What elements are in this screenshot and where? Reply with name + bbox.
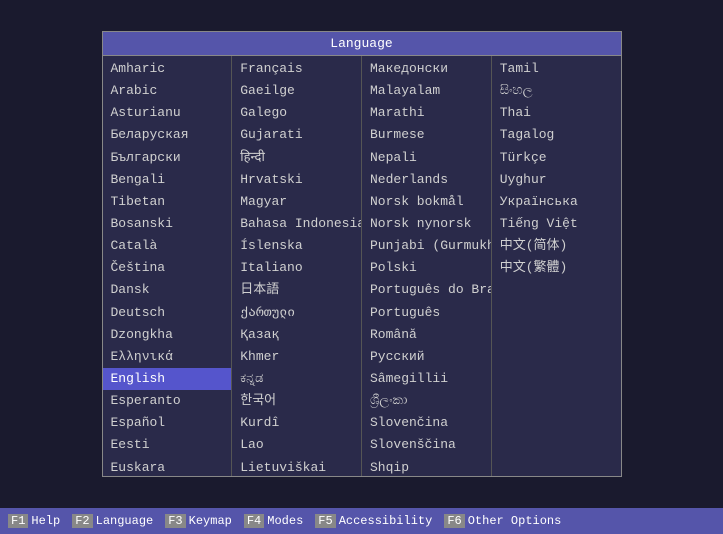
lang-column-2: МакедонскиMalayalamMarathiBurmeseNepaliN…	[362, 56, 492, 476]
lang-item[interactable]: ქართული	[232, 302, 361, 324]
footer-label: Keymap	[189, 514, 232, 528]
footer-key: F6	[444, 514, 464, 528]
footer-label: Help	[31, 514, 60, 528]
lang-item[interactable]: Čeština	[103, 257, 232, 279]
footer-label: Other Options	[468, 514, 562, 528]
lang-item[interactable]: हिन्दी	[232, 147, 361, 169]
lang-item[interactable]: Tibetan	[103, 191, 232, 213]
lang-item[interactable]: Українська	[492, 191, 621, 213]
footer-key: F3	[165, 514, 185, 528]
lang-item[interactable]: Български	[103, 147, 232, 169]
footer-item-f4[interactable]: F4Modes	[244, 514, 303, 528]
lang-column-1: FrançaisGaeilgeGalegoGujaratiहिन्दीHrvat…	[232, 56, 362, 476]
lang-item[interactable]: Eesti	[103, 434, 232, 456]
lang-item[interactable]: Galego	[232, 102, 361, 124]
footer-label: Modes	[267, 514, 303, 528]
lang-item[interactable]: Gaeilge	[232, 80, 361, 102]
lang-item[interactable]: Norsk bokmål	[362, 191, 491, 213]
lang-column-0: AmharicArabicAsturianuБеларускаяБългарск…	[103, 56, 233, 476]
lang-item[interactable]: English	[103, 368, 232, 390]
lang-item[interactable]: Malayalam	[362, 80, 491, 102]
lang-item[interactable]: 中文(简体)	[492, 235, 621, 257]
lang-item[interactable]: Kurdî	[232, 412, 361, 434]
lang-item[interactable]: Marathi	[362, 102, 491, 124]
main-area: Language AmharicArabicAsturianuБеларуска…	[0, 0, 723, 508]
lang-item[interactable]: Amharic	[103, 58, 232, 80]
footer-key: F2	[72, 514, 92, 528]
lang-item[interactable]: Slovenščina	[362, 434, 491, 456]
lang-item[interactable]: Bengali	[103, 169, 232, 191]
lang-item[interactable]: Arabic	[103, 80, 232, 102]
lang-item[interactable]: Türkçe	[492, 147, 621, 169]
lang-item[interactable]: 中文(繁體)	[492, 257, 621, 279]
lang-item[interactable]: Thai	[492, 102, 621, 124]
footer-item-f3[interactable]: F3 Keymap	[165, 514, 232, 528]
lang-item[interactable]: Esperanto	[103, 390, 232, 412]
lang-column-3: TamilසිංහලThaiTagalogTürkçeUyghurУкраїнс…	[492, 56, 621, 476]
lang-item[interactable]: Português	[362, 302, 491, 324]
lang-item[interactable]: Dzongkha	[103, 324, 232, 346]
lang-item[interactable]: Беларуская	[103, 124, 232, 146]
lang-item[interactable]: Русский	[362, 346, 491, 368]
lang-item[interactable]: Shqip	[362, 457, 491, 476]
footer-item-f5[interactable]: F5 Accessibility	[315, 514, 432, 528]
footer-item-f6[interactable]: F6 Other Options	[444, 514, 561, 528]
lang-item[interactable]: Nepali	[362, 147, 491, 169]
lang-item[interactable]: Punjabi (Gurmukhi)	[362, 235, 491, 257]
lang-item[interactable]: Română	[362, 324, 491, 346]
lang-item[interactable]: Tiếng Việt	[492, 213, 621, 235]
language-dialog: Language AmharicArabicAsturianuБеларуска…	[102, 31, 622, 477]
lang-item[interactable]: Polski	[362, 257, 491, 279]
lang-item[interactable]: Français	[232, 58, 361, 80]
lang-item[interactable]: Euskara	[103, 457, 232, 476]
lang-item[interactable]: Sâmegillii	[362, 368, 491, 390]
lang-item[interactable]: Uyghur	[492, 169, 621, 191]
footer-key: F1	[8, 514, 28, 528]
lang-item[interactable]: Қазақ	[232, 324, 361, 346]
lang-item[interactable]: Hrvatski	[232, 169, 361, 191]
footer-item-f2[interactable]: F2 Language	[72, 514, 153, 528]
lang-item[interactable]: Bahasa Indonesia	[232, 213, 361, 235]
lang-item[interactable]: Tamil	[492, 58, 621, 80]
lang-item[interactable]: ශ්‍රීලංකා	[362, 390, 491, 412]
lang-item[interactable]: 한국어	[232, 390, 361, 412]
lang-item[interactable]: Español	[103, 412, 232, 434]
lang-item[interactable]: Deutsch	[103, 302, 232, 324]
lang-item[interactable]: Nederlands	[362, 169, 491, 191]
footer-item-f1[interactable]: F1Help	[8, 514, 60, 528]
lang-item[interactable]: Tagalog	[492, 124, 621, 146]
lang-item[interactable]: Khmer	[232, 346, 361, 368]
lang-item[interactable]: Italiano	[232, 257, 361, 279]
footer-label: Accessibility	[339, 514, 433, 528]
lang-item[interactable]: ಕನ್ನಡ	[232, 368, 361, 390]
dialog-title: Language	[103, 32, 621, 56]
lang-item[interactable]: Català	[103, 235, 232, 257]
footer-key: F5	[315, 514, 335, 528]
lang-item[interactable]: Bosanski	[103, 213, 232, 235]
lang-item[interactable]: Lao	[232, 434, 361, 456]
footer-key: F4	[244, 514, 264, 528]
lang-item[interactable]: Magyar	[232, 191, 361, 213]
lang-item[interactable]: Asturianu	[103, 102, 232, 124]
lang-item[interactable]: Македонски	[362, 58, 491, 80]
footer-label: Language	[96, 514, 154, 528]
lang-item[interactable]: Gujarati	[232, 124, 361, 146]
lang-item[interactable]: Português do Brasil	[362, 279, 491, 301]
lang-item[interactable]: සිංහල	[492, 80, 621, 102]
lang-item[interactable]: Íslenska	[232, 235, 361, 257]
lang-item[interactable]: Lietuviškai	[232, 457, 361, 476]
lang-item[interactable]: Slovenčina	[362, 412, 491, 434]
language-list-container: AmharicArabicAsturianuБеларускаяБългарск…	[103, 56, 621, 476]
lang-item[interactable]: Dansk	[103, 279, 232, 301]
lang-item[interactable]: Burmese	[362, 124, 491, 146]
lang-item[interactable]: Ελληνικά	[103, 346, 232, 368]
footer-bar: F1Help F2 Language F3 Keymap F4Modes F5 Accessi…	[0, 508, 723, 534]
lang-item[interactable]: Norsk nynorsk	[362, 213, 491, 235]
lang-item[interactable]: 日本語	[232, 279, 361, 301]
